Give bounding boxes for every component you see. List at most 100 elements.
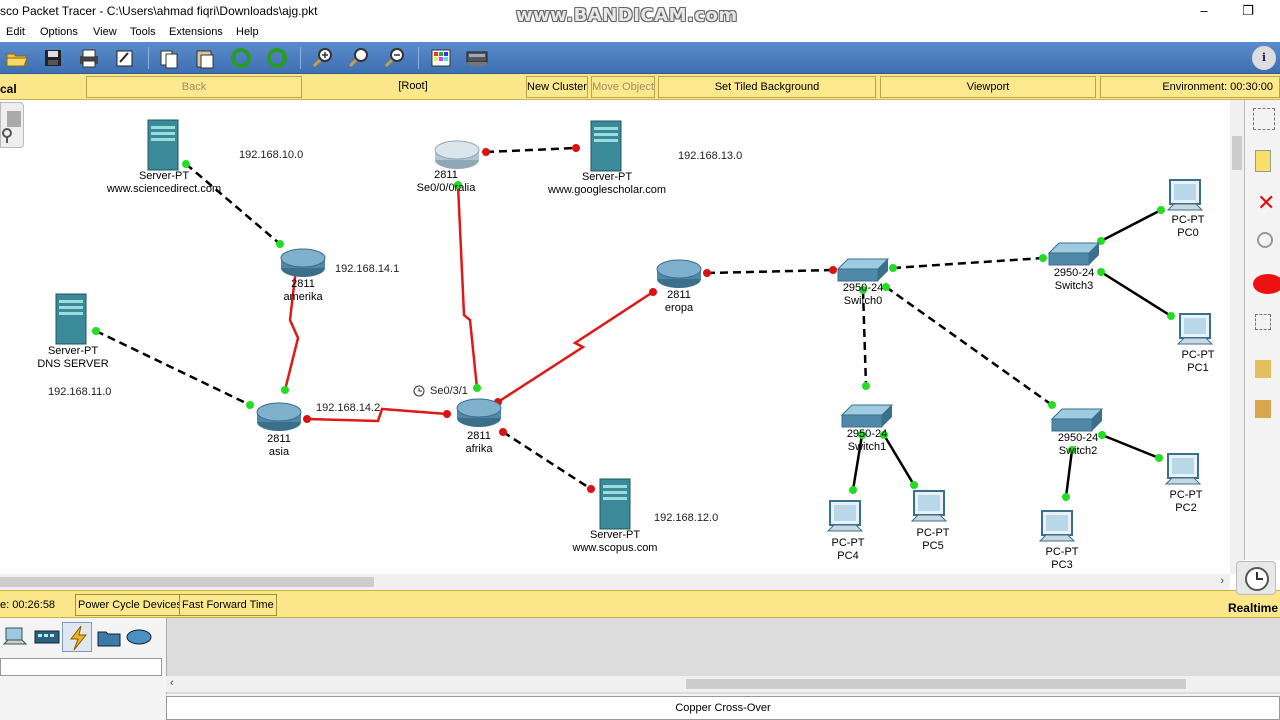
new-cluster-button[interactable]: New Cluster xyxy=(526,76,588,98)
menu-bar: Edit Options View Tools Extensions Help xyxy=(0,24,1280,42)
menu-tools[interactable]: Tools xyxy=(130,26,156,38)
zoom-reset-icon[interactable] xyxy=(346,46,372,70)
pc-icon xyxy=(1176,313,1214,345)
selected-connection-name: Copper Cross-Over xyxy=(166,696,1280,720)
pc-links xyxy=(851,208,1172,498)
realtime-clock-icon[interactable] xyxy=(1236,561,1276,595)
device-list-scrollbar[interactable]: ‹ xyxy=(166,676,1280,692)
add-simple-pdu-icon[interactable] xyxy=(1255,360,1271,378)
router-icon xyxy=(280,248,326,277)
realtime-clock: e: 00:26:58 xyxy=(0,599,56,611)
pc-icon xyxy=(826,500,864,532)
clock-icon xyxy=(413,385,425,397)
add-complex-pdu-icon[interactable] xyxy=(1255,400,1271,418)
server-icon xyxy=(147,119,179,171)
device-category-bar xyxy=(0,620,162,654)
undo-icon[interactable] xyxy=(228,46,254,70)
delete-icon[interactable]: ✕ xyxy=(1257,192,1275,214)
draw-ellipse-icon[interactable] xyxy=(1253,274,1280,294)
switch-icon xyxy=(1047,242,1101,266)
viewport-button[interactable]: Viewport xyxy=(880,76,1096,98)
restore-button[interactable]: ❐ xyxy=(1234,2,1262,22)
open-icon[interactable] xyxy=(4,46,30,70)
device-label-router-eropa: 2811 eropa xyxy=(664,289,694,314)
fast-forward-time-button[interactable]: Fast Forward Time xyxy=(179,594,277,616)
network-devices-category-icon[interactable] xyxy=(32,622,62,652)
logical-workspace-bar: cal Back [Root] New Cluster Move Object … xyxy=(0,74,1280,100)
paste-icon[interactable] xyxy=(192,46,218,70)
inspect-icon[interactable] xyxy=(1257,232,1273,248)
power-cycle-devices-button[interactable]: Power Cycle Devices xyxy=(75,594,185,616)
menu-extensions[interactable]: Extensions xyxy=(169,26,223,38)
end-devices-category-icon[interactable] xyxy=(2,622,32,652)
print-icon[interactable] xyxy=(76,46,102,70)
note-icon[interactable] xyxy=(1255,150,1271,172)
main-toolbar: i xyxy=(0,42,1280,74)
custom-device-icon[interactable] xyxy=(464,46,490,70)
copper-links xyxy=(95,146,1053,491)
logical-tab[interactable]: cal xyxy=(0,82,17,96)
server-icon xyxy=(55,293,87,345)
network-label: 192.168.11.0 xyxy=(48,386,112,398)
device-label-router-australia: 2811 Se0/0/0ralia xyxy=(416,169,476,194)
network-label: 192.168.12.0 xyxy=(654,512,719,524)
device-label-pc0: PC-PT PC0 xyxy=(1171,214,1205,239)
zoom-in-icon[interactable] xyxy=(310,46,336,70)
save-icon[interactable] xyxy=(40,46,66,70)
environment-button[interactable]: Environment: 00:30:00 xyxy=(1100,76,1280,98)
redo-icon[interactable] xyxy=(264,46,290,70)
device-label-switch2: 2950-24 Switch2 xyxy=(1057,432,1099,457)
device-label-switch3: 2950-24 Switch3 xyxy=(1053,267,1095,292)
pc-icon xyxy=(1038,510,1076,542)
info-icon[interactable]: i xyxy=(1252,46,1276,70)
scroll-right-icon[interactable]: › xyxy=(1220,575,1224,587)
device-search-field[interactable] xyxy=(0,658,162,676)
set-tiled-background-button[interactable]: Set Tiled Background xyxy=(658,76,876,98)
menu-help[interactable]: Help xyxy=(236,26,259,38)
menu-options[interactable]: Options xyxy=(40,26,78,38)
move-object-button[interactable]: Move Object xyxy=(591,76,655,98)
pc-icon xyxy=(1164,453,1202,485)
minimize-button[interactable]: – xyxy=(1190,2,1218,22)
device-label-pc4: PC-PT PC4 xyxy=(831,537,865,562)
device-label-googlescholar: Server-PT www.googlescholar.com xyxy=(547,171,666,196)
resize-shape-icon[interactable] xyxy=(1255,314,1271,330)
link-eropa-switch0 xyxy=(706,268,834,275)
device-label-pc5: PC-PT PC5 xyxy=(916,527,950,552)
zoom-out-icon[interactable] xyxy=(382,46,408,70)
activity-wizard-icon[interactable] xyxy=(112,46,138,70)
device-label-router-asia: 2811 asia xyxy=(267,433,291,458)
logical-workspace[interactable]: Server-PT www.sciencedirect.com Server-PT… xyxy=(0,100,1230,574)
select-icon[interactable] xyxy=(1253,108,1275,130)
switch-icon xyxy=(840,404,894,428)
device-type-panel: ‹ Copper Cross-Over xyxy=(0,618,1280,720)
network-label: 192.168.10.0 xyxy=(239,149,304,161)
scroll-left-icon[interactable]: ‹ xyxy=(170,677,174,689)
device-label-pc3: PC-PT PC3 xyxy=(1045,546,1079,571)
realtime-mode-label[interactable]: Realtime xyxy=(1228,601,1278,615)
serial-links xyxy=(283,184,654,423)
title-bar: sco Packet Tracer - C:\Users\ahmad fiqri… xyxy=(0,0,1280,26)
back-button[interactable]: Back xyxy=(86,76,302,98)
palette-icon[interactable] xyxy=(428,46,454,70)
packet-tracer-window: sco Packet Tracer - C:\Users\ahmad fiqri… xyxy=(0,0,1280,720)
device-label-sciencedirect: Server-PT www.sciencedirect.com xyxy=(106,170,222,195)
router-icon xyxy=(434,140,480,169)
menu-view[interactable]: View xyxy=(93,26,117,38)
components-category-icon[interactable] xyxy=(94,622,124,652)
device-label-dns-server: Server-PT DNS SERVER xyxy=(37,345,109,370)
router-icon xyxy=(456,398,502,427)
connections-category-icon[interactable] xyxy=(62,622,92,652)
menu-edit[interactable]: Edit xyxy=(6,26,25,38)
device-label-pc2: PC-PT PC2 xyxy=(1169,489,1203,514)
multiuser-category-icon[interactable] xyxy=(124,622,154,652)
horizontal-scrollbar[interactable]: › xyxy=(0,574,1230,590)
device-label-scopus: Server-PT www.scopus.com xyxy=(572,529,658,554)
copy-icon[interactable] xyxy=(156,46,182,70)
device-label-switch1: 2950-24 Switch1 xyxy=(846,428,888,453)
device-label-switch0: 2950-24 Switch0 xyxy=(842,282,884,307)
link-switch0-switch3 xyxy=(892,256,1044,270)
server-icon xyxy=(590,120,622,172)
link-afrika-eropa xyxy=(497,290,654,404)
vertical-scrollbar[interactable] xyxy=(1230,100,1244,574)
